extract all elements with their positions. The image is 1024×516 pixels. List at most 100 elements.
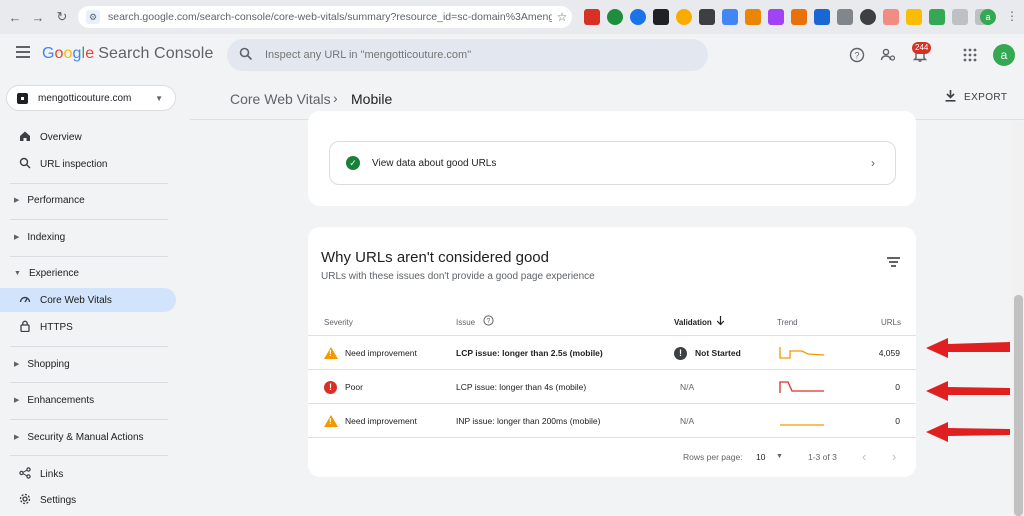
extension-icon[interactable] [584,9,600,25]
caret-right-icon: ▶ [14,361,20,368]
sidebar-group-shopping[interactable]: ▶ Shopping [0,353,176,375]
help-outline-icon[interactable]: ? [483,315,494,328]
severity-label: Need improvement [345,416,417,426]
filter-icon[interactable] [886,257,900,269]
caret-down-icon: ▼ [14,269,21,277]
extension-icon[interactable] [906,9,922,25]
account-avatar[interactable]: a [993,44,1015,66]
svg-text:?: ? [854,51,859,61]
extension-icon[interactable] [883,9,899,25]
extension-icon[interactable] [860,9,876,25]
url-inspection-search[interactable] [227,39,708,71]
search-console-logo[interactable]: Google Search Console [42,45,213,63]
error-icon: ! [324,380,337,394]
property-selector[interactable]: mengotticouture.com ▼ [6,85,176,111]
browser-toolbar: ← → ↻ ⚙ search.google.com/search-console… [0,0,1024,34]
column-header-severity[interactable]: Severity [324,318,353,327]
sidebar-item-links[interactable]: Links [0,462,176,486]
reload-icon[interactable]: ↻ [51,6,73,28]
issues-subtitle: URLs with these issues don't provide a g… [321,271,595,282]
trend-sparkline [778,370,824,404]
app-header: GoogleSearch Console ? 244 a [0,34,1024,76]
table-row[interactable]: ! Poor LCP issue: longer than 4s (mobile… [308,369,916,403]
sidebar-item-url-inspection[interactable]: URL inspection [0,152,176,176]
caret-down-icon[interactable]: ▼ [776,453,783,460]
rows-per-page-select[interactable]: 10 [756,452,765,462]
sidebar-item-label: Links [40,468,64,480]
address-bar[interactable]: ⚙ search.google.com/search-console/core-… [78,6,572,28]
page-range: 1-3 of 3 [808,452,837,462]
next-page-icon[interactable]: › [892,449,896,464]
extension-icon[interactable] [791,9,807,25]
validation-cell: N/A [680,382,695,392]
extension-icon[interactable] [699,9,715,25]
annotation-arrow-icon [926,381,1010,401]
sort-down-arrow-icon[interactable] [716,316,725,328]
sidebar-divider [10,455,168,456]
sidebar-group-enhancements[interactable]: ▶ Enhancements [0,389,176,411]
issues-card: Why URLs aren't considered good URLs wit… [308,227,916,477]
urls-count: 0 [895,416,900,426]
sidebar-item-https[interactable]: HTTPS [0,315,176,339]
sidebar: mengotticouture.com ▼ Overview URL inspe… [0,76,190,516]
logo-google-text: Google [42,45,95,62]
severity-cell: Need improvement [324,336,417,370]
view-good-urls-row[interactable]: ✓ View data about good URLs › [329,141,896,185]
manage-users-icon[interactable] [879,46,897,64]
info-icon: ! [674,346,687,360]
urls-count: 0 [895,382,900,392]
sidebar-item-label: HTTPS [40,321,73,333]
sidebar-item-settings[interactable]: Settings [0,488,176,512]
caret-right-icon: ▶ [14,397,20,404]
breadcrumb-parent[interactable]: Core Web Vitals [230,91,331,107]
scrollbar-thumb[interactable] [1014,295,1023,516]
sidebar-group-indexing[interactable]: ▶ Indexing [0,226,176,248]
back-icon[interactable]: ← [4,6,26,28]
site-info-icon[interactable]: ⚙ [86,10,100,24]
prev-page-icon[interactable]: ‹ [862,449,866,464]
extension-icon[interactable] [676,9,692,25]
extension-icon[interactable] [745,9,761,25]
extension-icon[interactable] [722,9,738,25]
logo-product-text: Search Console [98,45,214,62]
sidebar-group-label: Shopping [27,358,70,370]
table-bottom-divider [308,437,916,438]
extension-icon[interactable] [630,9,646,25]
menu-icon[interactable] [16,46,30,58]
browser-menu-icon[interactable]: ⋮ [1006,9,1018,23]
issue-cell: LCP issue: longer than 4s (mobile) [456,382,587,392]
search-icon [18,157,32,172]
extension-icon[interactable] [607,9,623,25]
browser-profile-avatar[interactable]: a [980,9,996,25]
forward-icon[interactable]: → [27,6,49,28]
bookmark-star-icon[interactable]: ☆ [552,10,572,24]
good-urls-label: View data about good URLs [372,157,497,169]
help-icon[interactable]: ? [848,46,866,64]
column-header-issue[interactable]: Issue [456,318,475,327]
sidebar-item-overview[interactable]: Overview [0,125,176,149]
caret-right-icon: ▶ [14,434,20,441]
sidebar-group-label: Experience [28,267,79,279]
table-row[interactable]: Need improvement LCP issue: longer than … [308,335,916,369]
puzzle-icon[interactable] [952,9,968,25]
extension-icon[interactable] [653,9,669,25]
severity-label: Poor [345,382,363,392]
table-row[interactable]: Need improvement INP issue: longer than … [308,403,916,437]
sidebar-item-label: URL inspection [40,158,108,170]
sidebar-group-performance[interactable]: ▶ Performance [0,189,176,211]
sidebar-group-experience[interactable]: ▼ Experience [0,262,176,284]
extension-icon[interactable] [929,9,945,25]
extension-icon[interactable] [768,9,784,25]
sidebar-item-core-web-vitals[interactable]: Core Web Vitals [0,288,176,312]
search-input[interactable] [265,49,685,61]
column-header-validation[interactable]: Validation [674,318,712,327]
extension-icon[interactable] [837,9,853,25]
export-button[interactable]: EXPORT [945,90,1007,105]
page-title: Mobile [351,91,393,107]
sidebar-item-label: Core Web Vitals [40,294,112,306]
extension-icon[interactable] [814,9,830,25]
sidebar-group-security-manual-actions[interactable]: ▶ Security & Manual Actions [0,426,176,448]
apps-grid-icon[interactable] [961,46,979,64]
column-header-trend: Trend [777,318,798,327]
column-header-urls[interactable]: URLs [881,318,901,327]
